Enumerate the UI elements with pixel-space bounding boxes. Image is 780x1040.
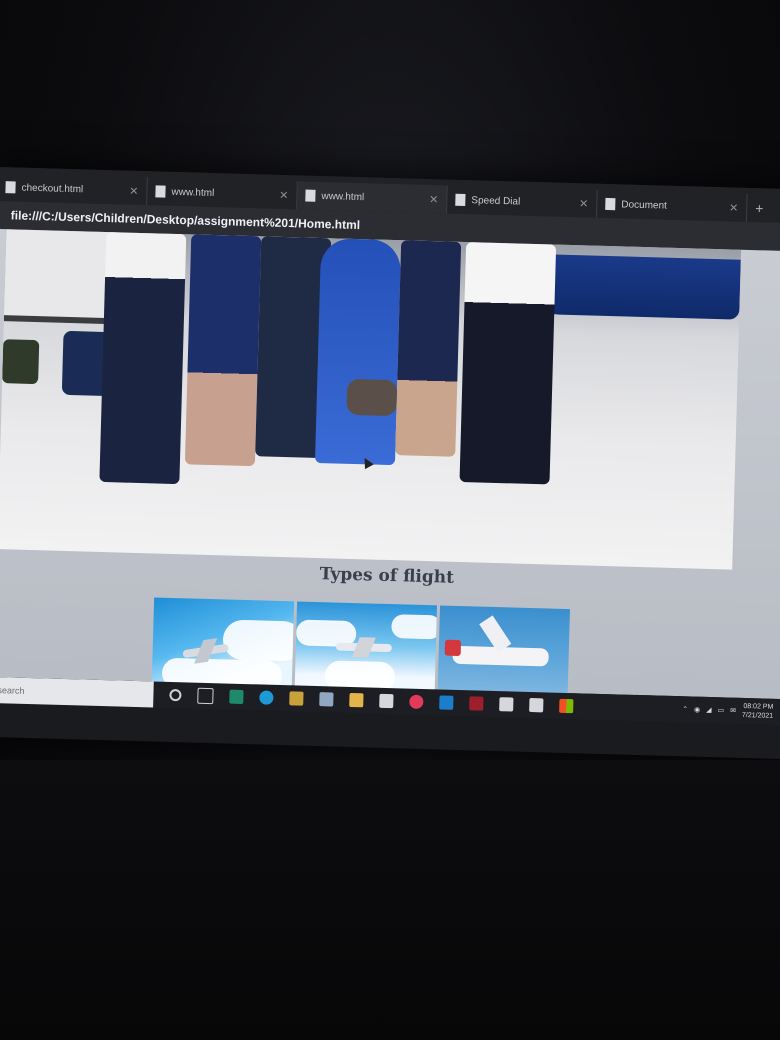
store-icon[interactable] — [289, 691, 304, 706]
truck-shape — [3, 229, 117, 325]
tab-label: Speed Dial — [471, 194, 521, 208]
handbag-shape — [346, 378, 398, 417]
web-page: Types of flight — [0, 228, 780, 700]
flight-type-gallery — [151, 597, 570, 696]
document-icon — [305, 189, 316, 202]
volume-icon[interactable]: ◢ — [706, 706, 712, 714]
notification-icon[interactable]: ✉ — [730, 707, 736, 715]
tab-www-1[interactable]: www.html ✕ — [147, 177, 298, 210]
search-placeholder: to search — [0, 685, 25, 696]
cortana-icon[interactable] — [169, 688, 182, 702]
edge-icon[interactable] — [259, 690, 274, 705]
hero-photo — [0, 229, 742, 570]
battery-icon[interactable]: ▭ — [717, 706, 724, 714]
laptop-keyboard-area — [0, 760, 780, 1040]
document-icon — [5, 181, 16, 194]
flight-image-jet-clouds[interactable] — [151, 597, 295, 688]
system-tray: ⌃ ◉ ◢ ▭ ✉ 08:02 PM 7/21/2021 — [682, 700, 780, 721]
bag-shape — [2, 339, 40, 385]
folder-icon[interactable] — [349, 692, 364, 708]
grid-icon — [455, 193, 466, 206]
person-figure — [314, 237, 402, 466]
document-icon — [605, 197, 616, 211]
airplane-icon — [335, 642, 392, 653]
taskbar-search-box[interactable]: to search — [0, 676, 154, 708]
tab-label: www.html — [171, 186, 215, 199]
app-icon[interactable] — [499, 697, 514, 712]
close-icon[interactable]: ✕ — [279, 189, 289, 202]
cloud-shape — [222, 619, 295, 662]
close-icon[interactable]: ✕ — [729, 201, 739, 214]
app-icon[interactable] — [469, 696, 484, 711]
task-view-icon[interactable] — [197, 687, 214, 705]
close-icon[interactable]: ✕ — [579, 197, 589, 210]
new-tab-button[interactable]: + — [755, 200, 764, 216]
mail-icon[interactable] — [229, 689, 244, 704]
address-text: file:///C:/Users/Children/Desktop/assign… — [10, 208, 361, 233]
flight-image-airliner[interactable] — [294, 601, 438, 692]
document-icon — [155, 185, 166, 198]
cloud-shape — [391, 614, 438, 640]
app-icon[interactable] — [319, 692, 334, 707]
tab-label: checkout.html — [21, 182, 84, 195]
tab-label: Document — [621, 198, 668, 212]
clock-date: 7/21/2021 — [741, 711, 774, 720]
tab-speed-dial[interactable]: Speed Dial ✕ — [446, 185, 598, 218]
airplane-icon — [182, 643, 230, 659]
close-icon[interactable]: ✕ — [129, 185, 139, 198]
flight-image-cessna[interactable] — [437, 605, 570, 696]
close-icon[interactable]: ✕ — [429, 193, 439, 206]
tab-www-2[interactable]: www.html ✕ — [297, 181, 448, 214]
opera-icon[interactable] — [409, 694, 424, 710]
taskbar-clock[interactable]: 08:02 PM 7/21/2021 — [742, 702, 774, 721]
person-figure — [184, 234, 262, 467]
person-figure — [99, 231, 187, 485]
app-icon[interactable] — [529, 697, 544, 713]
tab-document[interactable]: Document ✕ — [596, 189, 748, 222]
chevron-up-icon[interactable]: ⌃ — [682, 705, 688, 713]
person-figure — [395, 240, 462, 457]
office-icon[interactable] — [559, 698, 574, 714]
app-icon[interactable] — [379, 693, 394, 709]
small-plane-icon — [452, 645, 549, 667]
network-icon[interactable]: ◉ — [694, 706, 700, 714]
vscode-icon[interactable] — [439, 695, 454, 710]
tab-checkout[interactable]: checkout.html ✕ — [0, 172, 148, 206]
person-figure — [459, 242, 557, 485]
monitor-screen: checkout.html ✕ www.html ✕ www.html ✕ Sp… — [0, 166, 780, 760]
tab-label: www.html — [321, 190, 365, 203]
